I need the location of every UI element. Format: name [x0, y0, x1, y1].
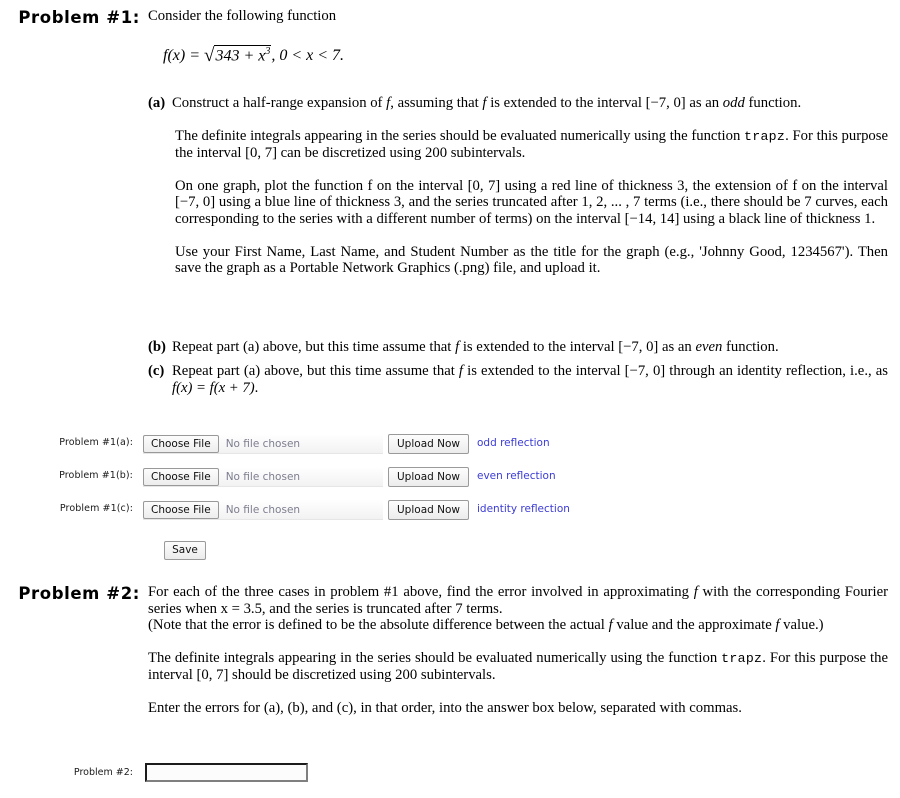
file-input-b[interactable]: Choose File No file chosen: [143, 467, 383, 487]
file-input-c[interactable]: Choose File No file chosen: [143, 500, 383, 520]
item-a-statement: (a) Construct a half-range expansion of f…: [148, 95, 888, 112]
item-c-text-3: .: [254, 379, 259, 396]
file-status-c: No file chosen: [225, 503, 301, 516]
item-b-marker: (b): [148, 339, 166, 355]
item-a-text-2: , assuming that: [390, 95, 483, 111]
item-c-text-2: is extended to the interval [−7, 0] thro…: [463, 363, 888, 379]
file-input-a[interactable]: Choose File No file chosen: [143, 434, 383, 454]
reflection-note-c: identity reflection: [477, 503, 570, 515]
p2-trapz-text-1: The definite integrals appearing in the …: [148, 649, 722, 666]
item-b-text-3: function.: [722, 339, 779, 355]
radicand: 343 + x3: [214, 44, 272, 65]
problem-2-paragraph-4: Enter the errors for (a), (b), and (c), …: [148, 699, 742, 716]
p2-text-1: For each of the three cases in problem #…: [148, 584, 694, 600]
file-status-a: No file chosen: [225, 437, 301, 450]
trapz-function-name: trapz: [744, 128, 786, 144]
radicand-exponent: 3: [265, 45, 271, 57]
problem-1-item-a: (a) Construct a half-range expansion of f…: [148, 95, 888, 277]
item-b-text-2: is extended to the interval [−7, 0] as a…: [459, 339, 696, 355]
item-c-text-1: Repeat part (a) above, but this time ass…: [172, 363, 459, 379]
problem-2-paragraph-1: For each of the three cases in problem #…: [148, 584, 888, 617]
upload-row-c: Problem #1(c): Choose File No file chose…: [0, 500, 900, 520]
p2-text-4: value and the approximate: [612, 617, 776, 634]
item-b-text-1: Repeat part (a) above, but this time ass…: [172, 339, 456, 355]
item-c-identity-formula: f(x) = f(x + 7): [172, 379, 255, 396]
problem-2-answer-row: Problem #2:: [0, 763, 900, 785]
upload-row-a: Problem #1(a): Choose File No file chose…: [0, 434, 900, 454]
radicand-base: 343 + x: [215, 47, 266, 64]
p2-trapz-function-name: trapz: [721, 650, 763, 666]
p2-text-5: value.): [779, 617, 824, 634]
item-b-statement: (b) Repeat part (a) above, but this time …: [148, 339, 888, 356]
item-a-marker: (a): [148, 95, 166, 111]
problem-2-block: Problem #2: For each of the three cases …: [0, 584, 900, 717]
problem-2-heading: Problem #2:: [18, 584, 140, 603]
problem-1-block: Problem #1: Consider the following funct…: [0, 8, 900, 27]
choose-file-button-a[interactable]: Choose File: [143, 434, 219, 453]
problem-1-item-c: (c) Repeat part (a) above, but this time …: [148, 363, 888, 396]
upload-row-a-label: Problem #1(a):: [59, 437, 133, 448]
square-root-group: √343 + x3: [204, 44, 272, 66]
problem-1-intro: Consider the following function: [148, 8, 337, 24]
radical-sign: √: [204, 45, 215, 66]
item-a-paragraph-plot: On one graph, plot the function f on the…: [175, 177, 888, 227]
problem-1-body: Consider the following function: [148, 8, 888, 25]
problem-1-heading: Problem #1:: [18, 8, 140, 27]
reflection-note-a: odd reflection: [477, 437, 550, 449]
p2-text-3: (Note that the error is defined to be th…: [148, 617, 609, 634]
problem-2-body: For each of the three cases in problem #…: [148, 584, 888, 717]
choose-file-button-b[interactable]: Choose File: [143, 467, 219, 486]
item-a-paragraph-trapz: The definite integrals appearing in the …: [175, 128, 888, 162]
item-c-marker: (c): [148, 363, 165, 379]
problem-1-item-b: (b) Repeat part (a) above, but this time …: [148, 339, 888, 356]
item-a-emphasis: odd: [722, 95, 745, 111]
problem-2-answer-input[interactable]: [145, 763, 308, 782]
file-status-b: No file chosen: [225, 470, 301, 483]
formula-lhs: f(x) =: [163, 47, 200, 64]
upload-now-button-b[interactable]: Upload Now: [388, 467, 469, 487]
upload-row-c-label: Problem #1(c):: [59, 503, 133, 514]
item-a-text-3: is extended to the interval [−7, 0] as a…: [486, 95, 723, 111]
item-c-statement: (c) Repeat part (a) above, but this time …: [148, 363, 888, 396]
item-a-paragraph-title: Use your First Name, Last Name, and Stud…: [175, 243, 888, 277]
problem-2-paragraph-3: The definite integrals appearing in the …: [148, 650, 888, 684]
item-a-text-4: function.: [744, 95, 802, 111]
upload-row-b-label: Problem #1(b):: [59, 470, 133, 481]
formula-domain: , 0 < x < 7.: [271, 47, 345, 64]
reflection-note-b: even reflection: [477, 470, 556, 482]
item-a-text-1: Construct a half-range expansion of: [172, 95, 387, 111]
trapz-text-1: The definite integrals appearing in the …: [175, 127, 745, 144]
item-b-emphasis: even: [695, 339, 723, 355]
save-button[interactable]: Save: [164, 541, 206, 560]
choose-file-button-c[interactable]: Choose File: [143, 500, 219, 519]
problem-2-answer-label: Problem #2:: [73, 767, 133, 778]
upload-now-button-a[interactable]: Upload Now: [388, 434, 469, 454]
problem-2-paragraph-2: (Note that the error is defined to be th…: [148, 617, 888, 634]
function-formula: f(x) = √343 + x3 , 0 < x < 7.: [163, 44, 344, 66]
upload-now-button-c[interactable]: Upload Now: [388, 500, 469, 520]
upload-row-b: Problem #1(b): Choose File No file chose…: [0, 467, 900, 487]
